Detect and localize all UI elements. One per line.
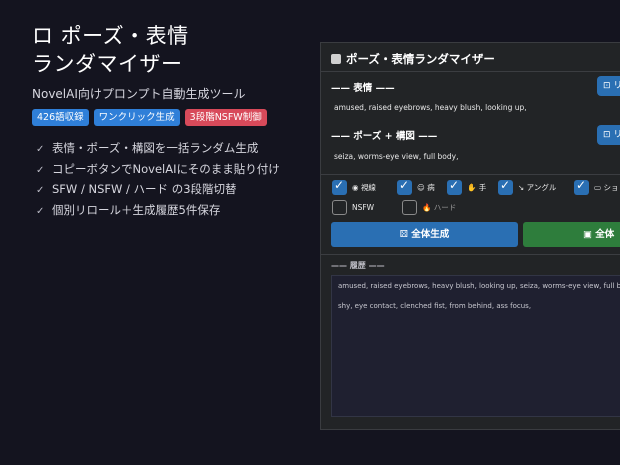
reroll-icon: ⊡ xyxy=(603,130,614,140)
app-header: ポーズ・表情ランダマイザー xyxy=(331,51,495,67)
expression-section-title: —— 表情 —— xyxy=(331,83,395,94)
copy-all-button[interactable]: ▣ 全体 xyxy=(523,222,620,247)
check-icon: ✓ xyxy=(36,164,45,176)
history-divider xyxy=(321,254,620,255)
checkbox[interactable] xyxy=(574,178,589,195)
toggle-angle[interactable]: ↘ アングル xyxy=(498,178,566,195)
history-entry: shy, eye contact, clenched fist, from be… xyxy=(338,302,532,310)
checkbox[interactable] xyxy=(447,178,462,195)
expression-output: amused, raised eyebrows, heavy blush, lo… xyxy=(334,103,527,112)
toggle-hard[interactable]: 🔥 ハード xyxy=(402,200,456,215)
check-icon: ✓ xyxy=(36,185,45,196)
dice-icon xyxy=(331,54,341,64)
checkbox[interactable] xyxy=(332,178,347,195)
history-textarea[interactable]: amused, raised eyebrows, heavy blush, lo… xyxy=(331,275,620,417)
history-entry: amused, raised eyebrows, heavy blush, lo… xyxy=(338,282,620,290)
reroll-pose-button[interactable]: ⊡ リ xyxy=(597,125,620,145)
feature-item: ✓ SFW / NSFW / ハード の3段階切替 xyxy=(36,180,280,201)
checkbox[interactable] xyxy=(402,200,417,215)
badge-word-count: 426語収録 xyxy=(32,109,89,126)
badge-row: 426語収録 ワンクリック生成 3段階NSFW制御 xyxy=(32,109,267,126)
feature-item: ✓ コピーボタンでNovelAIにそのまま貼り付け xyxy=(36,160,280,181)
promo-subtitle: NovelAI向けプロンプト自動生成ツール xyxy=(32,87,246,101)
checkbox[interactable] xyxy=(332,200,347,215)
dice-icon: ⚄ xyxy=(399,229,412,240)
promo-title-line1: ロ ポーズ・表情 xyxy=(32,24,189,48)
check-icon: ✓ xyxy=(36,144,45,155)
toggle-gaze[interactable]: ◉ 視線 xyxy=(332,178,389,195)
toggle-cheek[interactable]: ☺ 病 xyxy=(397,178,439,195)
check-icon: ✓ xyxy=(36,205,45,217)
badge-nsfw-control: 3段階NSFW制御 xyxy=(184,109,267,126)
generate-all-button[interactable]: ⚄ 全体生成 xyxy=(331,222,518,247)
reroll-icon: ⊡ xyxy=(603,81,614,91)
feature-item: ✓ 個別リロール＋生成履歴5件保存 xyxy=(36,201,280,222)
app-title: ポーズ・表情ランダマイザー xyxy=(346,52,495,66)
toggle-hand[interactable]: ✋ 手 xyxy=(447,178,490,195)
checkbox[interactable] xyxy=(498,178,513,195)
promo-title-line2: ランダマイザー xyxy=(32,52,183,76)
feature-list: ✓ 表情・ポーズ・構図を一括ランダム生成 ✓ コピーボタンでNovelAIにそのまま… xyxy=(36,139,280,221)
history-section-title: —— 履歴 —— xyxy=(331,261,385,270)
checkbox[interactable] xyxy=(397,178,412,195)
promo-title: ロ ポーズ・表情 ランダマイザー xyxy=(32,22,189,78)
pose-section-title: —— ポーズ + 構図 —— xyxy=(331,131,438,142)
app-window: ポーズ・表情ランダマイザー —— 表情 —— ⊡ リ amused, raise… xyxy=(320,42,620,430)
pose-output: seiza, worms-eye view, full body, xyxy=(334,152,459,161)
copy-icon: ▣ xyxy=(583,229,596,240)
badge-one-click: ワンクリック生成 xyxy=(93,109,180,126)
toggle-nsfw[interactable]: NSFW xyxy=(332,200,394,215)
options-divider xyxy=(321,174,620,175)
reroll-expression-button[interactable]: ⊡ リ xyxy=(597,76,620,96)
feature-item: ✓ 表情・ポーズ・構図を一括ランダム生成 xyxy=(36,139,280,160)
header-divider xyxy=(321,71,620,72)
toggle-row-2: NSFW 🔥 ハード xyxy=(332,200,464,215)
toggle-shot[interactable]: ▭ ショ xyxy=(574,178,618,195)
toggle-row-1: ◉ 視線 ☺ 病 ✋ 手 ↘ アングル ▭ ショ xyxy=(332,178,620,195)
